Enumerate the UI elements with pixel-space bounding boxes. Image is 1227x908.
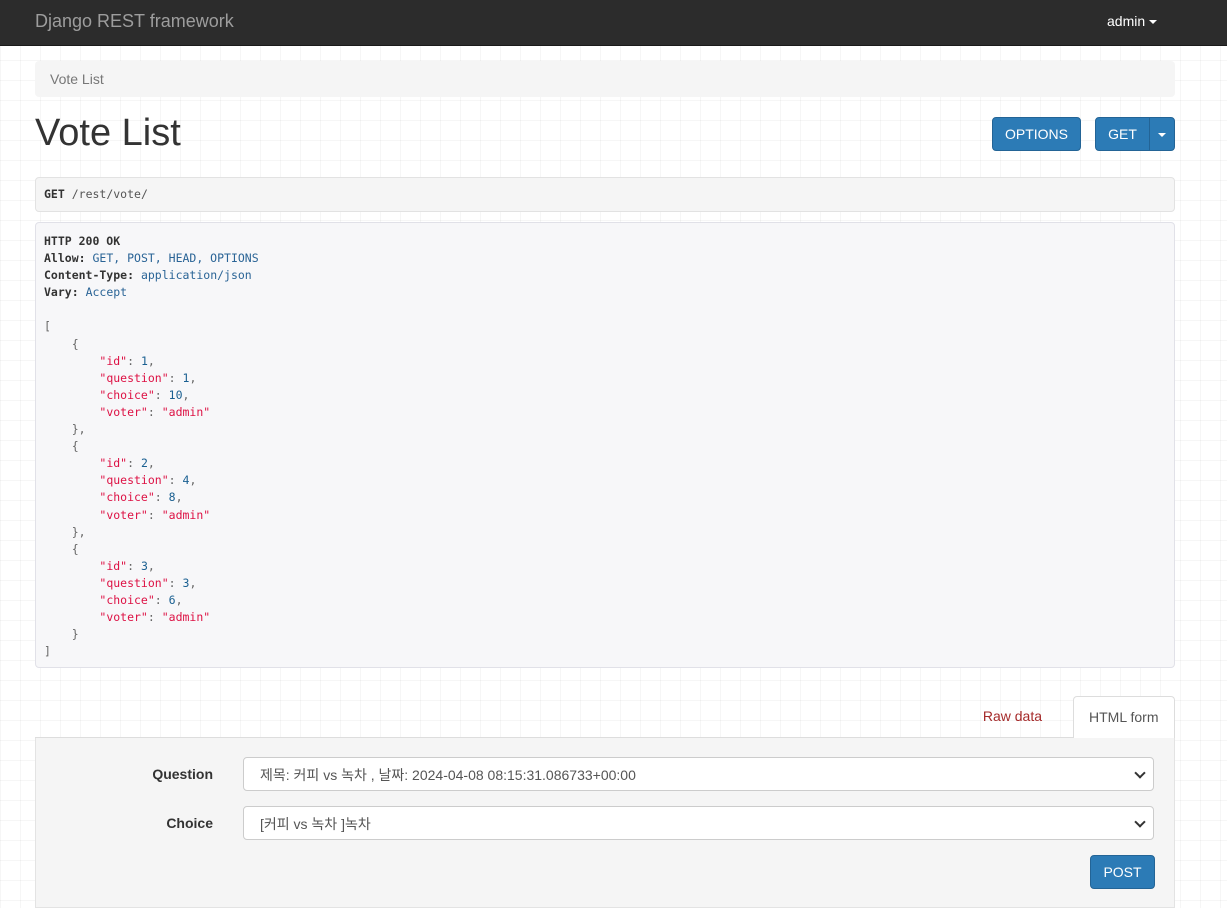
brand-link[interactable]: Django REST framework xyxy=(35,11,234,32)
caret-down-icon xyxy=(1149,20,1158,25)
page-title: Vote List xyxy=(35,112,181,154)
question-selected-value: 제목: 커피 vs 녹차 , 날짜: 2024-04-08 08:15:31.0… xyxy=(260,767,636,783)
get-button[interactable]: GET xyxy=(1095,117,1150,151)
tab-html-form[interactable]: HTML form xyxy=(1073,696,1175,739)
response-header: Content-Type: application/json xyxy=(44,268,252,283)
response-content: HTTP 200 OK Allow: GET, POST, HEAD, OPTIO… xyxy=(35,222,1175,668)
options-button[interactable]: OPTIONS xyxy=(992,117,1081,151)
breadcrumb: Vote List xyxy=(35,61,1175,97)
get-format-dropdown-button[interactable] xyxy=(1149,117,1175,151)
request-info: GET /rest/vote/ xyxy=(35,177,1175,212)
response-status: HTTP 200 OK xyxy=(44,234,121,248)
user-menu[interactable]: admin xyxy=(1107,13,1158,29)
chevron-down-icon xyxy=(1134,816,1146,828)
user-name: admin xyxy=(1107,13,1146,29)
chevron-down-icon xyxy=(1134,767,1146,779)
choice-label: Choice xyxy=(166,815,213,831)
response-header: Allow: GET, POST, HEAD, OPTIONS xyxy=(44,251,259,266)
tab-raw-data[interactable]: Raw data xyxy=(967,696,1058,738)
response-header: Vary: Accept xyxy=(44,285,128,300)
response-json-body: [ { "id": 1, "question": 1, "choice": 10… xyxy=(44,319,211,659)
caret-down-icon xyxy=(1158,133,1166,138)
content-tabs: Raw data HTML form xyxy=(35,696,1175,739)
question-label: Question xyxy=(152,766,213,782)
post-button[interactable]: POST xyxy=(1090,855,1155,889)
request-path: /rest/vote/ xyxy=(71,187,148,201)
choice-selected-value: [커피 vs 녹차 ]녹차 xyxy=(260,816,371,832)
navbar: Django REST framework admin xyxy=(0,0,1227,46)
choice-select[interactable]: [커피 vs 녹차 ]녹차 xyxy=(243,806,1154,840)
question-select[interactable]: 제목: 커피 vs 녹차 , 날짜: 2024-04-08 08:15:31.0… xyxy=(243,757,1154,791)
breadcrumb-item-vote-list: Vote List xyxy=(50,71,104,87)
request-method: GET xyxy=(44,187,65,201)
